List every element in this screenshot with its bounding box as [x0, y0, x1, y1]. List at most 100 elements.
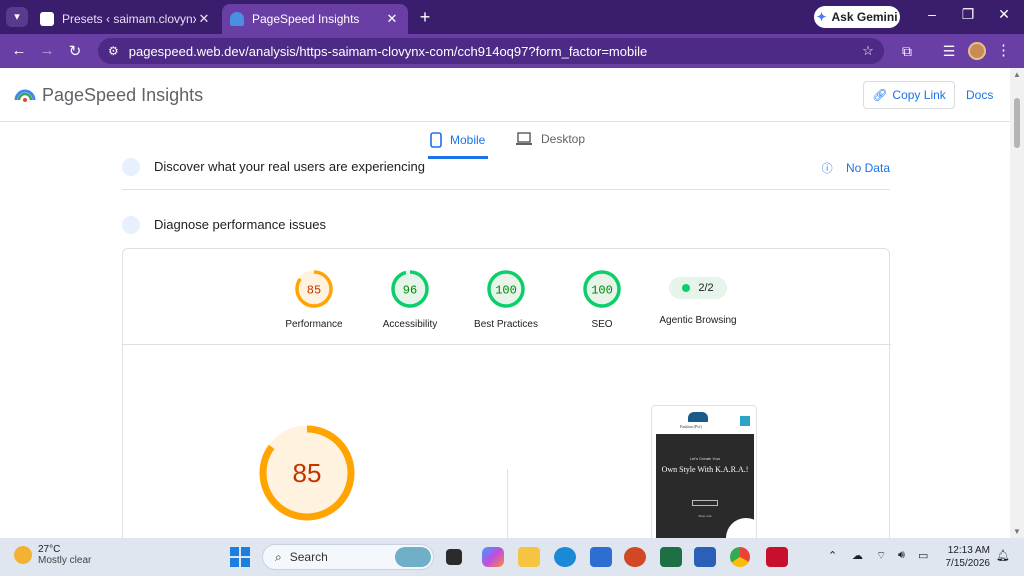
reload-icon[interactable]: ↻ [66, 42, 84, 60]
close-window-icon[interactable]: ✕ [994, 6, 1014, 23]
ask-gemini-label: Ask Gemini [831, 10, 898, 24]
file-explorer-icon[interactable] [518, 547, 540, 567]
mobile-phone-icon [430, 132, 442, 148]
tab-strip: ▾ Presets ‹ saimam.clovynx.com — ✕ PageS… [0, 0, 1024, 34]
preview-header: Fashion (Pvt) [652, 406, 756, 434]
site-favicon-icon [40, 12, 54, 26]
gauge-accessibility[interactable]: 96 Accessibility [362, 269, 458, 330]
store-icon[interactable] [590, 547, 612, 567]
extensions-icon[interactable]: ⧉ [898, 43, 916, 60]
ask-gemini-button[interactable]: ✦ Ask Gemini [814, 6, 900, 28]
clock-date: 7/15/2026 [945, 558, 991, 569]
chrome-taskbar-active[interactable] [730, 541, 752, 573]
mobile-screenshot-preview: Fashion (Pvt) Let's Create Your Own Styl… [651, 405, 757, 538]
preview-tagline: Let's Create Your [689, 456, 721, 461]
scores-card: 85 Performance 96 Accessibility 100 Best… [122, 248, 891, 538]
real-users-title: Discover what your real users are experi… [154, 159, 425, 174]
score-label: SEO [591, 319, 613, 330]
score-value: 100 [591, 284, 613, 298]
temperature: 27°C [38, 544, 61, 555]
taskbar-search[interactable]: ⌕ Search [262, 544, 434, 570]
score-value: 100 [495, 284, 517, 298]
copy-link-button[interactable]: 🔗︎ Copy Link [863, 81, 955, 109]
profile-avatar[interactable] [968, 42, 986, 60]
tab-desktop-label: Desktop [541, 132, 586, 146]
psi-header: PageSpeed Insights 🔗︎ Copy Link Docs [0, 68, 1010, 122]
close-tab-icon[interactable]: ✕ [196, 11, 212, 27]
system-clock[interactable]: 12:13 AM 7/15/2026 [942, 544, 991, 570]
close-tab-icon[interactable]: ✕ [384, 11, 400, 27]
main-performance-gauge: 85 [259, 425, 355, 521]
preview-button [692, 500, 718, 506]
info-icon: ⓘ [821, 163, 833, 175]
tab-desktop[interactable]: Desktop [515, 132, 585, 146]
scroll-thumb[interactable] [1014, 98, 1020, 148]
back-icon[interactable]: ← [10, 42, 28, 59]
menu-kebab-icon[interactable]: ⋮ [996, 41, 1011, 59]
tab-search-button[interactable]: ▾ [6, 7, 28, 27]
browser-toolbar: ← → ↻ ⚙ pagespeed.web.dev/analysis/https… [0, 34, 1024, 68]
start-windows-icon[interactable] [230, 547, 250, 567]
excel-icon[interactable] [660, 547, 682, 567]
score-ring: 100 [487, 270, 525, 308]
task-view-icon[interactable] [446, 549, 462, 565]
chrome-icon [730, 547, 750, 567]
powerpoint-icon[interactable] [624, 547, 646, 567]
users-icon [122, 158, 140, 176]
address-bar[interactable]: ⚙ pagespeed.web.dev/analysis/https-saima… [98, 38, 884, 64]
new-tab-button[interactable]: + [416, 7, 434, 28]
no-data-link[interactable]: ⓘ No Data [822, 160, 890, 176]
agentic-value: 2/2 [698, 282, 714, 294]
agentic-score-pill: 2/2 [669, 277, 727, 299]
link-icon: 🔗︎ [872, 88, 888, 102]
tab-presets[interactable]: Presets ‹ saimam.clovynx.com — ✕ [32, 4, 220, 34]
gauge-best-practices[interactable]: 100 Best Practices [458, 269, 554, 330]
word-icon[interactable] [694, 547, 716, 567]
docs-link[interactable]: Docs [966, 88, 993, 102]
minimize-icon[interactable]: – [922, 6, 942, 22]
tab-mobile[interactable]: Mobile [430, 132, 485, 148]
diagnose-section: Diagnose performance issues [122, 214, 890, 244]
divider [507, 469, 508, 538]
scroll-down-icon[interactable]: ▼ [1013, 527, 1021, 536]
bookmark-star-icon[interactable]: ☆ [858, 43, 878, 59]
page-title: PageSpeed Insights [42, 85, 204, 105]
copilot-icon[interactable] [482, 547, 504, 567]
laptop-icon [516, 132, 532, 145]
weather-tray-icon[interactable]: ☁ [852, 549, 863, 562]
agentic-label: Agentic Browsing [659, 315, 737, 326]
preview-footer: Shop now [698, 514, 712, 518]
volume-icon[interactable]: 🔊︎ [898, 549, 905, 562]
reading-list-icon[interactable]: ☰ [940, 43, 958, 60]
score-label: Performance [285, 319, 343, 330]
weather-widget[interactable]: 27°C Mostly clear [14, 544, 91, 566]
score-label: Best Practices [474, 319, 538, 330]
url-text: pagespeed.web.dev/analysis/https-saimam-… [128, 43, 648, 59]
score-ring: 85 [295, 270, 333, 308]
restore-icon[interactable]: ❐ [958, 6, 978, 23]
main-score-value: 85 [293, 458, 322, 488]
notification-icon[interactable]: 🔔︎ [996, 549, 1010, 562]
weather-condition: Mostly clear [38, 555, 92, 566]
site-info-icon[interactable]: ⚙ [108, 44, 119, 58]
tab-pagespeed[interactable]: PageSpeed Insights ✕ [222, 4, 408, 34]
edge-icon[interactable] [554, 547, 576, 567]
search-label: Search [289, 550, 328, 564]
score-ring: 96 [391, 270, 429, 308]
gauge-agentic-browsing[interactable]: 2/2 Agentic Browsing [650, 269, 746, 326]
copy-link-label: Copy Link [892, 88, 946, 102]
wifi-icon[interactable]: ⌔ [876, 549, 886, 563]
tray-chevron-icon[interactable]: ⌃ [828, 549, 837, 562]
gauge-performance[interactable]: 85 Performance [266, 269, 362, 330]
mcafee-icon[interactable] [766, 547, 788, 567]
gemini-sparkle-icon: ✦ [816, 10, 827, 24]
gauge-seo[interactable]: 100 SEO [554, 269, 650, 330]
no-data-label: No Data [845, 161, 890, 175]
search-highlight-art [395, 547, 431, 567]
real-users-section: Discover what your real users are experi… [122, 156, 890, 190]
page-scrollbar[interactable]: ▲ ▼ [1010, 68, 1024, 538]
battery-icon[interactable]: ▭ [918, 549, 928, 562]
forward-icon[interactable]: → [38, 42, 56, 59]
scroll-up-icon[interactable]: ▲ [1013, 70, 1021, 79]
pagespeed-favicon-icon [230, 12, 244, 26]
